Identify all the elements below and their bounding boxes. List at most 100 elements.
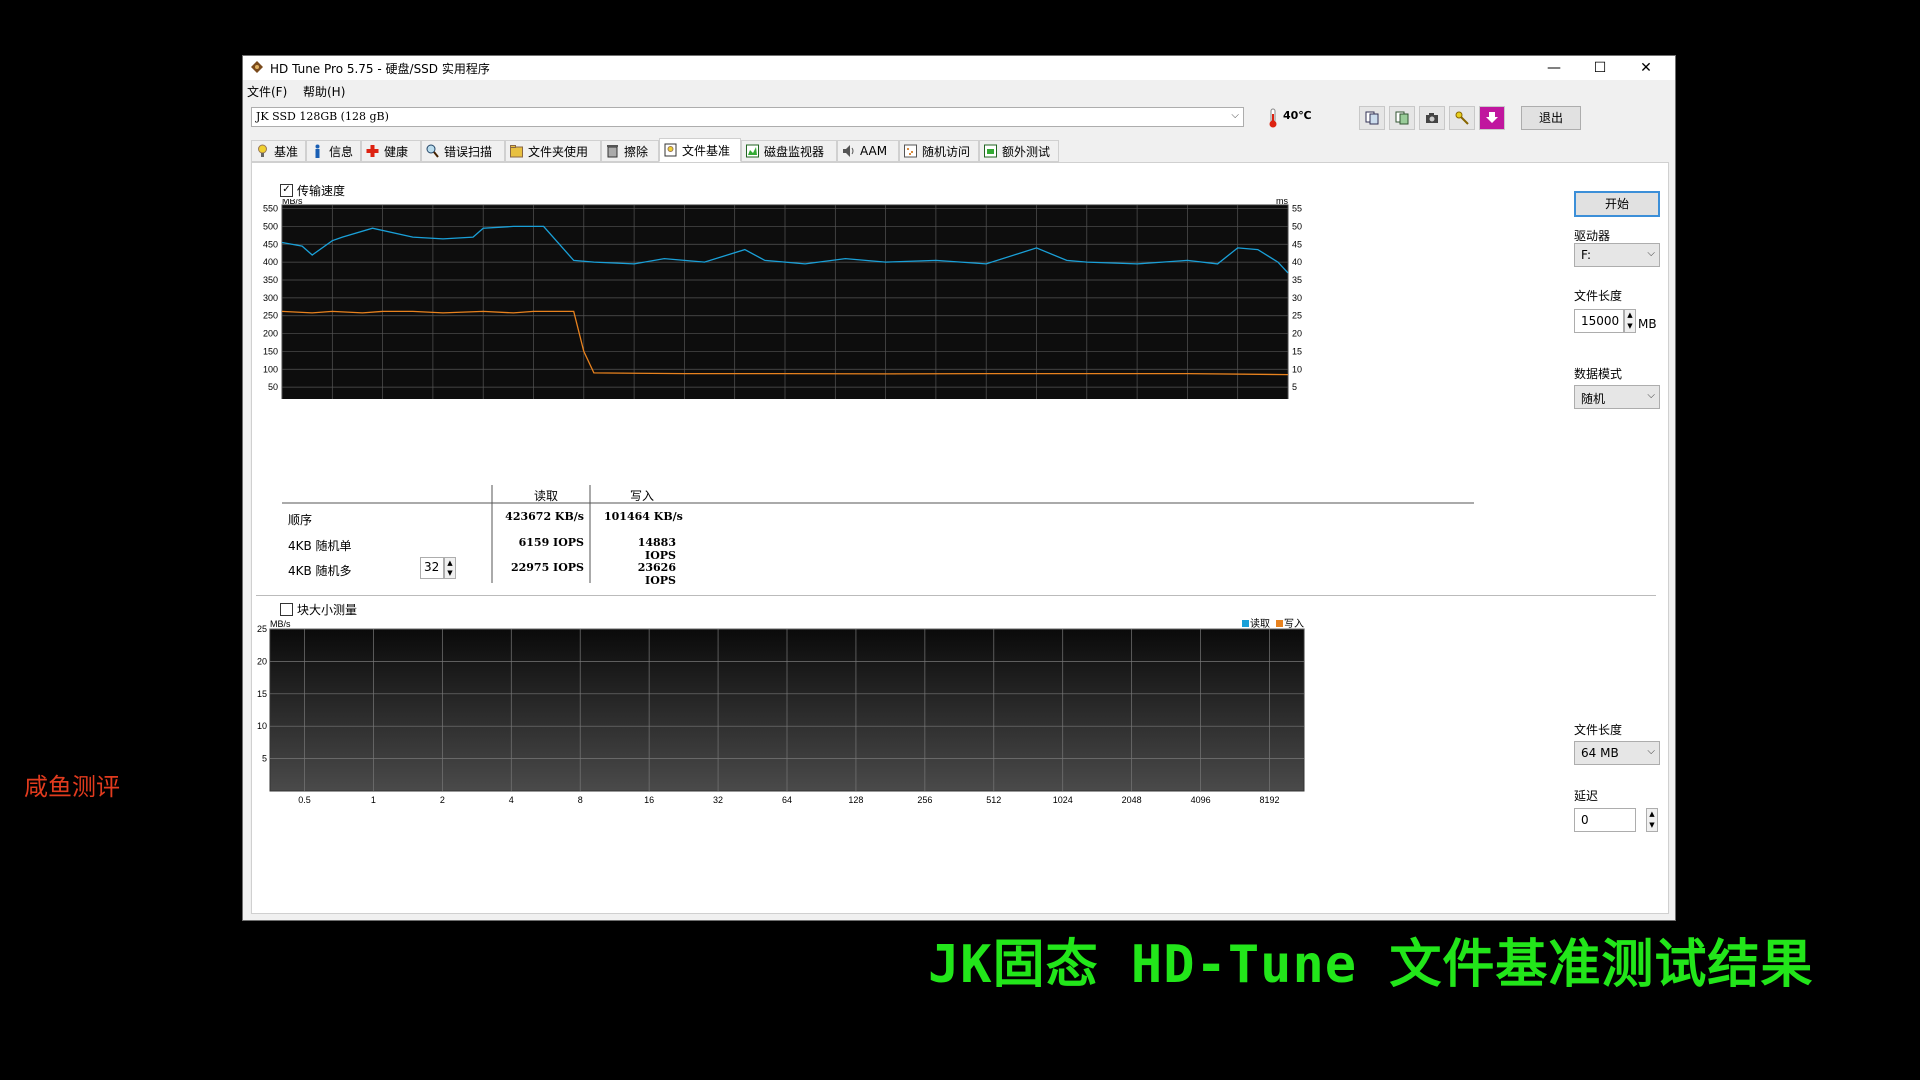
results-row-label: 顺序 <box>288 513 313 527</box>
x-tick-label: 8192 <box>1260 795 1280 805</box>
y-tick-label-left: 300 <box>263 293 278 303</box>
data-mode-label: 数据模式 <box>1574 367 1623 381</box>
tab-extra-tests[interactable]: 额外测试 <box>979 140 1059 162</box>
start-button[interactable]: 开始 <box>1574 191 1660 217</box>
minimize-button[interactable]: — <box>1531 56 1577 80</box>
tab-label: 随机访问 <box>922 144 971 159</box>
save-key-button[interactable] <box>1449 106 1475 130</box>
exit-button[interactable]: 退出 <box>1521 106 1581 130</box>
results-row-label: 4KB 随机多 <box>288 564 352 578</box>
y-tick-label-left: 100 <box>263 364 278 374</box>
chevron-down-icon: ⌵ <box>1647 248 1655 259</box>
x-tick-label: 2048 <box>1122 795 1142 805</box>
tab-file-benchmark[interactable]: 文件基准 <box>659 138 741 162</box>
maximize-button[interactable]: ☐ <box>1577 56 1623 80</box>
y-tick-label-left: 550 <box>263 204 278 214</box>
queue-depth-stepper[interactable]: ▲ ▼ <box>444 557 456 579</box>
x-tick-label: 1024 <box>1053 795 1073 805</box>
y-tick-label-right: 35 <box>1292 275 1302 285</box>
transfer-speed-checkbox[interactable]: ✓ 传输速度 <box>280 182 345 199</box>
tab-health[interactable]: 健康 <box>361 140 421 162</box>
block-file-length-combo[interactable]: 64 MB ⌵ <box>1574 741 1660 765</box>
app-window: HD Tune Pro 5.75 - 硬盘/SSD 实用程序 — ☐ ✕ 文件(… <box>242 55 1676 921</box>
x-tick-label: 32 <box>713 795 723 805</box>
window-title: HD Tune Pro 5.75 - 硬盘/SSD 实用程序 <box>270 62 490 76</box>
results-col-write: 写入 <box>630 489 655 503</box>
results-read-value: 22975 IOPS <box>510 561 584 574</box>
delay-label: 延迟 <box>1574 789 1599 803</box>
extra-tests-icon <box>984 144 997 158</box>
tab-benchmark[interactable]: 基准 <box>251 140 306 162</box>
y-tick-label-left: 50 <box>268 382 278 392</box>
title-bar[interactable]: HD Tune Pro 5.75 - 硬盘/SSD 实用程序 — ☐ ✕ <box>243 56 1675 80</box>
results-write-value: 23626 IOPS <box>637 561 676 587</box>
x-tick-label: 256 <box>917 795 932 805</box>
file-length-stepper[interactable]: ▲ ▼ <box>1624 309 1636 333</box>
tab-label: 文件夹使用 <box>528 144 589 159</box>
checkbox-checked-icon: ✓ <box>280 184 293 197</box>
block-size-checkbox[interactable]: 块大小测量 <box>280 601 357 618</box>
block-size-label: 块大小测量 <box>297 603 358 617</box>
file-benchmark-panel: ✓ 传输速度 550 55 500 50 450 45 400 40 350 35 300 30 250… <box>251 162 1669 914</box>
y-tick-label-right: 40 <box>1292 257 1302 267</box>
spin-down-icon: ▼ <box>1649 821 1655 829</box>
tab-info[interactable]: 信息 <box>306 140 361 162</box>
chevron-down-icon: ⌵ <box>1647 390 1655 401</box>
y-tick-label: 10 <box>257 721 267 731</box>
results-write-value: 101464 KB/s <box>604 510 683 523</box>
y-tick-label-left: 450 <box>263 239 278 249</box>
y-axis-label-right: ms <box>1276 199 1288 206</box>
delay-stepper[interactable]: ▲ ▼ <box>1646 808 1658 832</box>
results-col-read: 读取 <box>534 489 559 503</box>
drive-select-value: JK SSD 128GB (128 gB) <box>256 110 389 123</box>
y-tick-label-left: 350 <box>263 275 278 285</box>
spin-down-icon: ▼ <box>447 569 453 577</box>
tab-label: 磁盘监视器 <box>764 144 825 159</box>
benchmark-icon <box>258 144 267 157</box>
app-icon <box>251 61 263 73</box>
copy-info-icon <box>1365 111 1379 125</box>
spin-up-icon: ▲ <box>1627 311 1633 319</box>
tab-aam[interactable]: AAM <box>837 140 899 162</box>
drive-select[interactable]: JK SSD 128GB (128 gB) ⌵ <box>251 107 1244 127</box>
copy-results-button[interactable] <box>1389 106 1415 130</box>
x-tick-label: 2 <box>440 795 445 805</box>
menu-file[interactable]: 文件(F) <box>247 83 287 100</box>
transfer-speed-label: 传输速度 <box>297 184 346 198</box>
menu-help[interactable]: 帮助(H) <box>303 83 345 100</box>
drive-combo[interactable]: F: ⌵ <box>1574 243 1660 267</box>
y-tick-label-right: 45 <box>1292 239 1302 249</box>
download-button[interactable] <box>1479 106 1505 130</box>
tab-folder-usage[interactable]: 文件夹使用 <box>505 140 601 162</box>
y-tick-label-right: 55 <box>1292 204 1302 214</box>
data-mode-combo[interactable]: 随机 ⌵ <box>1574 385 1660 409</box>
delay-input[interactable]: 0 <box>1574 808 1636 832</box>
checkbox-unchecked-icon <box>280 603 293 616</box>
tab-label: 错误扫描 <box>444 144 493 159</box>
block-file-length-label: 文件长度 <box>1574 723 1623 737</box>
data-mode-value: 随机 <box>1581 392 1606 406</box>
queue-depth-input[interactable]: 32 <box>420 557 444 579</box>
y-tick-label-left: 200 <box>263 329 278 339</box>
tab-error-scan[interactable]: 错误扫描 <box>421 140 505 162</box>
tab-random-access[interactable]: 随机访问 <box>899 140 979 162</box>
screenshot-button[interactable] <box>1419 106 1445 130</box>
caption-text: JK固态 HD-Tune 文件基准测试结果 <box>928 935 1814 995</box>
transfer-speed-chart: 550 55500 50450 45400 40350 35300 30250 25200 20… <box>263 199 1302 399</box>
tab-erase[interactable]: 擦除 <box>601 140 659 162</box>
results-row-label: 4KB 随机单 <box>288 539 352 553</box>
spin-up-icon: ▲ <box>447 559 453 567</box>
tab-label: AAM <box>860 144 888 158</box>
close-button[interactable]: ✕ <box>1623 56 1669 80</box>
toolbar: JK SSD 128GB (128 gB) ⌵ 40℃ 退出 <box>243 102 1675 132</box>
file-benchmark-icon <box>664 143 677 157</box>
tab-label: 擦除 <box>624 144 649 159</box>
download-icon <box>1486 112 1498 123</box>
tab-disk-monitor[interactable]: 磁盘监视器 <box>741 140 837 162</box>
spin-down-icon: ▼ <box>1627 322 1633 330</box>
tab-label: 健康 <box>384 144 409 159</box>
y-tick-label-left: 150 <box>263 346 278 356</box>
copy-info-button[interactable] <box>1359 106 1385 130</box>
file-length-input[interactable]: 15000 <box>1574 309 1624 333</box>
aam-icon <box>843 145 854 157</box>
